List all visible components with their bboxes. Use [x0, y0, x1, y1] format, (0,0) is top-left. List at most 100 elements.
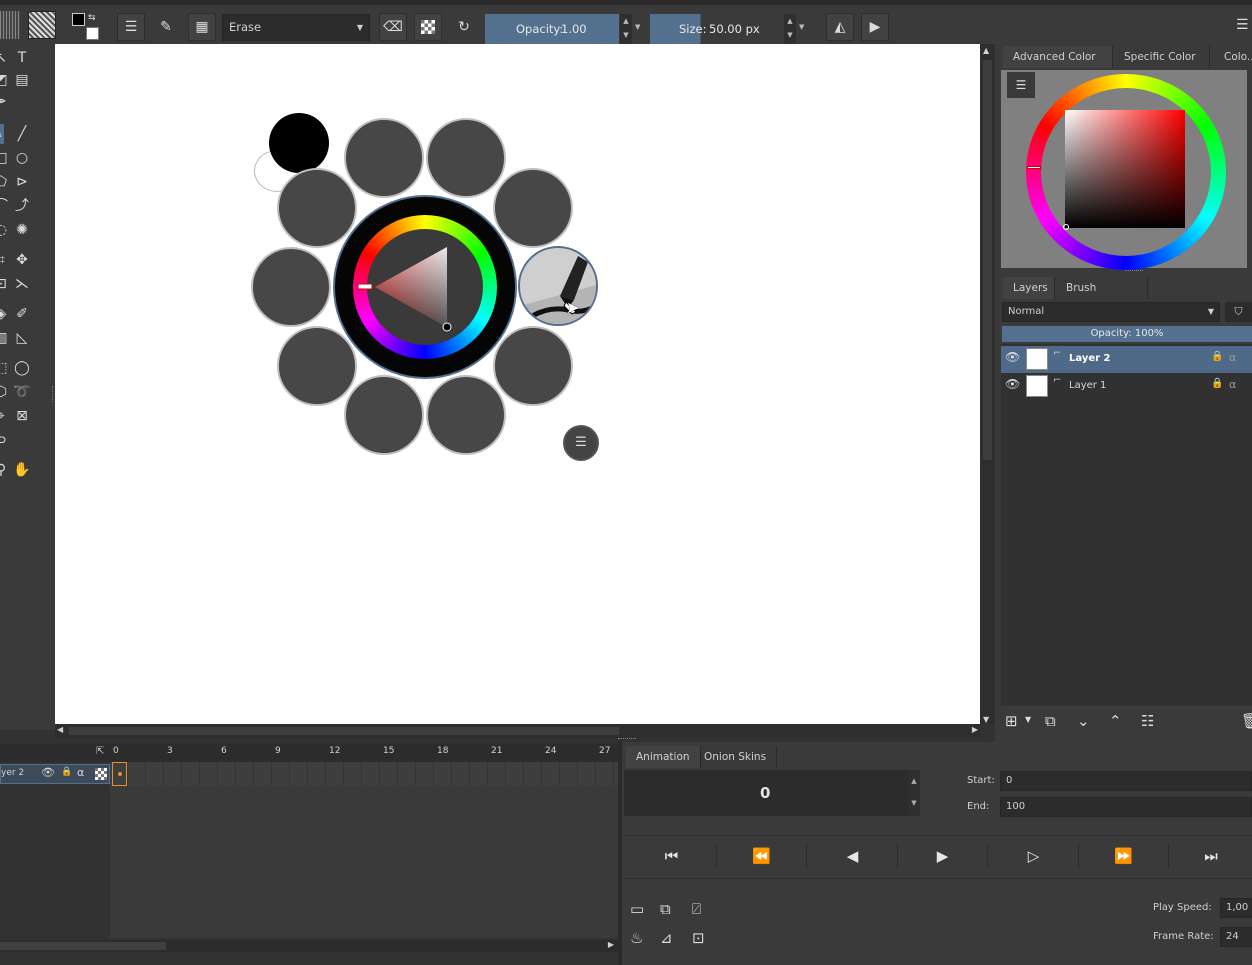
tab-brush-presets[interactable]: Brush Presets [1056, 277, 1148, 316]
alpha-inherit-icon[interactable]: α [1229, 351, 1236, 364]
opacity-menu-icon[interactable]: ▼ [635, 23, 640, 31]
brush-preset-combo[interactable]: Erase ▼ [222, 14, 370, 41]
play-speed-field[interactable]: 1,00 [1220, 898, 1252, 918]
vertical-scrollbar[interactable]: ▲ ▼ [980, 44, 995, 724]
next-keyframe-button[interactable]: ⏩ [1079, 843, 1169, 869]
dock-splitter[interactable] [1125, 270, 1143, 274]
alpha-lock-icon[interactable] [414, 13, 442, 41]
swap-colors-icon[interactable]: ⇆ [88, 13, 96, 23]
blend-mode-combo[interactable]: Normal ▼ [1002, 302, 1220, 322]
layer-row-1[interactable]: 👁 ⌐ Layer 1 🔒 α [1001, 373, 1252, 400]
duplicate-frame-icon[interactable]: ⧉ [660, 900, 671, 918]
color-picker-icon[interactable]: ✐ [11, 304, 33, 324]
saturation-value-square[interactable] [1065, 110, 1185, 228]
frame-track[interactable] [110, 762, 618, 786]
selector-settings-icon[interactable]: ☰ [1007, 72, 1035, 98]
move-layer-down-icon[interactable]: ⌄ [1077, 712, 1090, 730]
texture-swatch-1[interactable] [0, 11, 20, 39]
delete-frame-icon[interactable]: ⍁ [692, 900, 701, 918]
layer-properties-icon[interactable]: ☷ [1141, 712, 1154, 730]
mirror-horizontal-icon[interactable]: ◭ [826, 13, 854, 41]
brush-preset-icon[interactable]: ✎ [152, 13, 180, 41]
move-tool-icon[interactable]: ✥ [11, 250, 33, 270]
color-triangle[interactable] [335, 197, 515, 377]
layer-filter-icon[interactable]: ⛉ [1225, 302, 1252, 322]
opacity-spinner[interactable]: ▲ ▼ [620, 14, 632, 44]
toolbox-splitter[interactable] [52, 386, 54, 402]
alpha-inherit-icon[interactable]: α [1229, 378, 1236, 391]
first-frame-button[interactable]: ⏮ [627, 843, 717, 869]
gradient-edit-icon[interactable]: ▤ [11, 70, 33, 90]
pattern-swatch[interactable] [28, 11, 56, 39]
line-tool-icon[interactable]: ╱ [11, 124, 33, 144]
duplicate-layer-icon[interactable]: ⧉ [1045, 712, 1056, 730]
foreground-color[interactable] [72, 13, 85, 26]
size-menu-icon[interactable]: ▼ [799, 23, 804, 31]
timeline-scroll-thumb[interactable] [0, 942, 166, 950]
add-layer-icon[interactable]: ⊞ [1005, 712, 1018, 730]
start-field[interactable]: 0 [1000, 771, 1252, 791]
frame-spinner[interactable]: ▲ ▼ [908, 770, 920, 816]
auto-frame-icon[interactable]: ⊿ [660, 929, 673, 947]
size-slider[interactable]: Size: 50.00 px [650, 14, 783, 44]
layer-row-2[interactable]: 👁 ⌐ Layer 2 🔒 α [1001, 346, 1252, 373]
similar-select-icon[interactable]: ⊠ [11, 406, 33, 426]
next-frame-button[interactable]: ▷ [989, 843, 1079, 869]
bezier-select-icon[interactable]: ⊃ [0, 430, 12, 450]
horizontal-scrollbar[interactable]: ◀ ▶ [55, 724, 980, 738]
mirror-vertical-icon[interactable]: ▶ [861, 13, 889, 41]
tab-onion-skins[interactable]: Onion Skins [694, 746, 778, 768]
brush-preset-slot-1[interactable] [344, 118, 424, 198]
brush-preset-slot-5[interactable] [251, 247, 331, 327]
visibility-eye-icon[interactable]: 👁 [1005, 377, 1020, 391]
tab-advanced-color[interactable]: Advanced Color ... [1003, 46, 1113, 85]
horizontal-scroll-thumb[interactable] [69, 727, 619, 735]
tab-layers[interactable]: Layers [1003, 277, 1055, 299]
timeline-menu-icon[interactable]: ⇱ [96, 746, 104, 757]
lock-icon[interactable]: 🔒 [1211, 378, 1223, 389]
scroll-left-icon[interactable]: ◀ [57, 725, 63, 734]
background-color[interactable] [86, 27, 99, 40]
scroll-up-icon[interactable]: ▲ [983, 46, 989, 55]
move-layer-up-icon[interactable]: ⌃ [1109, 712, 1122, 730]
scroll-right-icon[interactable]: ▶ [972, 725, 978, 734]
lock-icon[interactable]: 🔒 [61, 767, 72, 777]
tab-color-more[interactable]: Colo... [1214, 46, 1252, 68]
last-frame-button[interactable]: ⏭ [1170, 843, 1252, 869]
add-layer-menu-icon[interactable]: ▼ [1025, 715, 1031, 724]
play-button[interactable]: ▶ [898, 843, 988, 869]
add-blank-frame-icon[interactable]: ▭ [630, 900, 644, 918]
calligraphy-icon[interactable]: ✒ [0, 92, 12, 112]
pan-tool-icon[interactable]: ✋ [11, 460, 33, 480]
reload-preset-icon[interactable]: ↻ [450, 13, 478, 41]
ellipse-select-icon[interactable]: ◯ [11, 358, 33, 378]
text-tool-icon[interactable]: T [11, 48, 33, 68]
current-frame-field[interactable]: 0 [624, 770, 908, 816]
frame-ruler[interactable]: 0 3 6 9 12 15 18 21 24 27 [110, 744, 618, 762]
polyline-tool-icon[interactable]: ⊳ [11, 172, 33, 192]
popup-settings-icon[interactable]: ☰ [563, 425, 599, 461]
size-spinner[interactable]: ▲ ▼ [784, 14, 796, 44]
freehand-brush-icon[interactable]: ✎ [0, 124, 4, 144]
alpha-inherit-icon[interactable]: α [77, 766, 84, 779]
dock-menu-icon[interactable]: ☰ [1236, 17, 1252, 37]
visibility-eye-icon[interactable]: 👁 [41, 766, 55, 779]
visibility-eye-icon[interactable]: 👁 [1005, 350, 1020, 364]
assistant-tool-icon[interactable]: ⋋ [11, 274, 33, 294]
lasso-select-icon[interactable]: ➰ [11, 382, 33, 402]
onion-skin-icon[interactable] [95, 768, 107, 780]
ellipse-tool-icon[interactable]: ○ [11, 148, 33, 168]
timeline-layer-row[interactable]: yer 2 👁 🔒 α [0, 764, 110, 784]
brush-preset-slot-8[interactable] [344, 375, 424, 455]
brush-preset-slot-9[interactable] [426, 375, 506, 455]
scroll-right-icon[interactable]: ▶ [608, 940, 614, 949]
end-field[interactable]: 100 [1000, 797, 1252, 817]
popup-color-selector[interactable] [333, 195, 517, 379]
grid-presets-icon[interactable]: ▦ [188, 13, 216, 41]
vertical-scroll-thumb[interactable] [983, 60, 992, 460]
document-menu-icon[interactable]: ☰ [117, 13, 145, 41]
previous-keyframe-button[interactable]: ⏪ [717, 843, 807, 869]
frame-rate-field[interactable]: 24 [1220, 927, 1252, 947]
delete-layer-icon[interactable]: 🗑 [1241, 712, 1252, 730]
fg-bg-color-selector[interactable]: ⇆ [72, 13, 99, 42]
